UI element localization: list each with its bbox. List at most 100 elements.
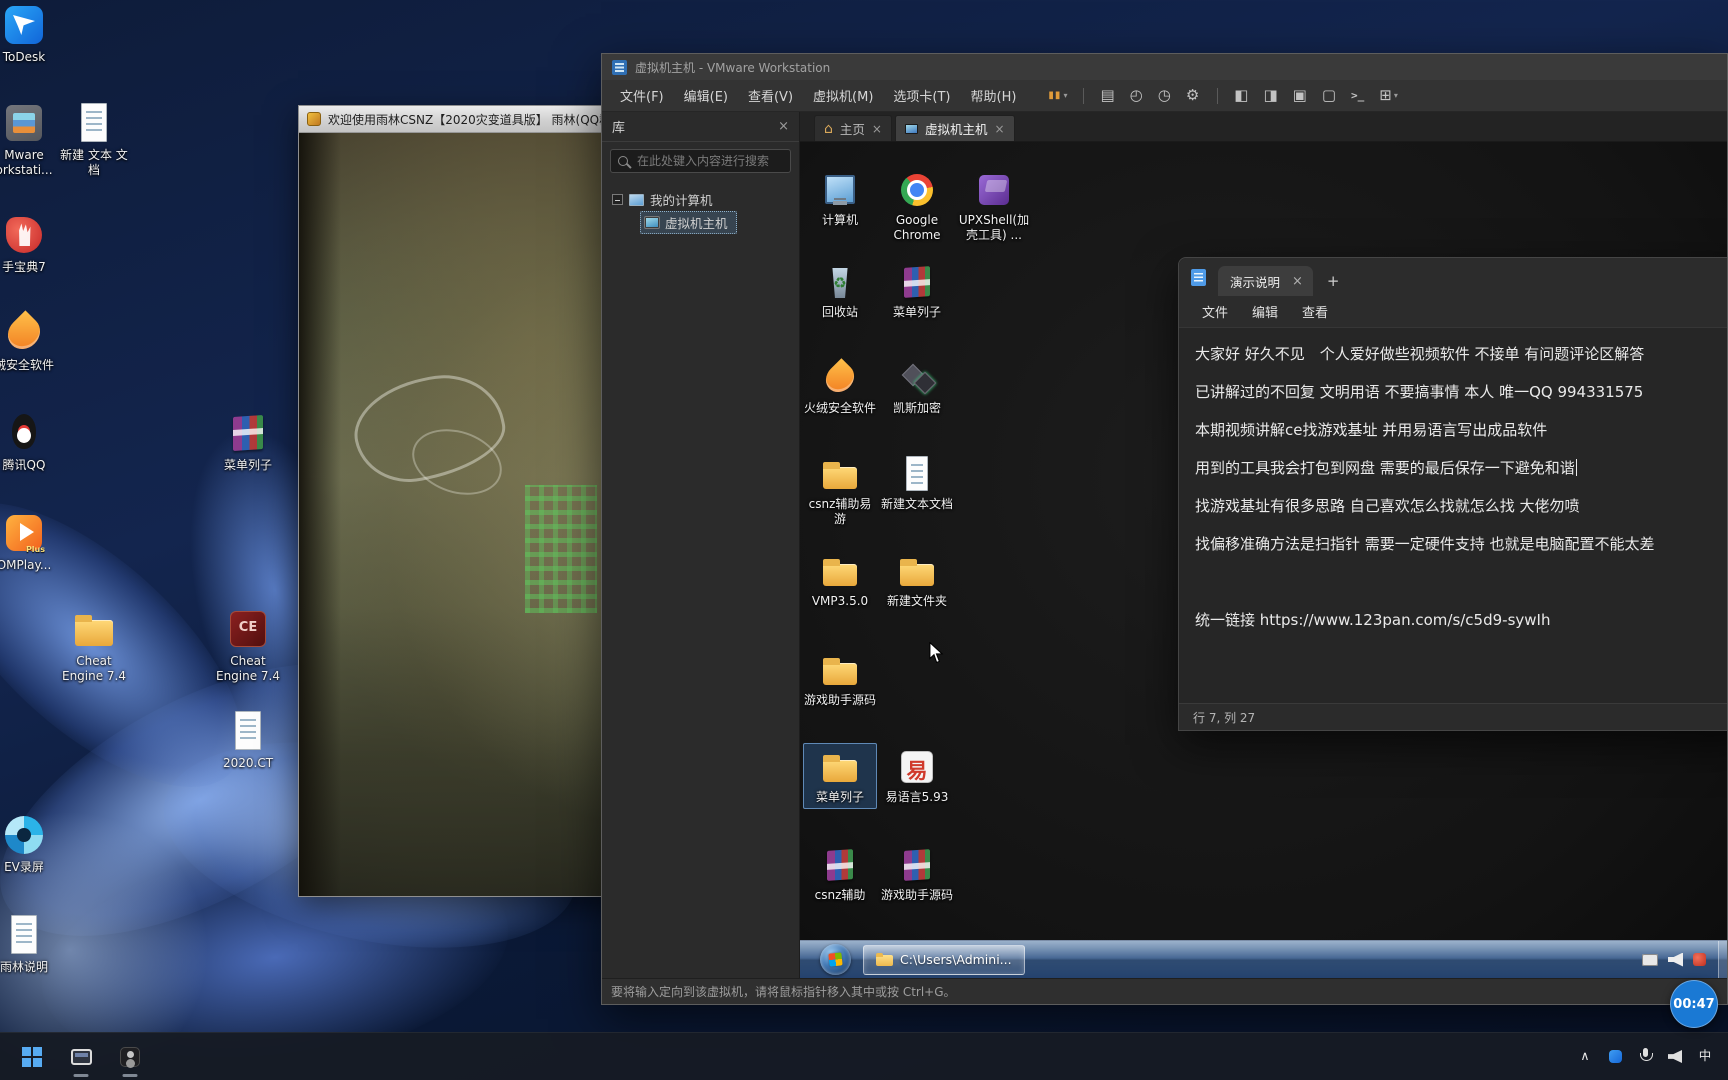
show-desktop-button[interactable] (1718, 941, 1727, 978)
desktop-icon[interactable]: ToDesk (0, 2, 62, 65)
manage-snapshots-button[interactable]: ⚙ (1186, 88, 1201, 103)
show-thumbnails-button[interactable]: ◨ (1263, 88, 1279, 103)
tab-close-icon[interactable]: × (994, 122, 1004, 136)
taskbar-app-game[interactable] (108, 1035, 152, 1079)
notepad-menu-item[interactable]: 查看 (1291, 298, 1339, 325)
desktop-icon-image (1, 812, 47, 858)
guest-desktop-icon[interactable]: 新建文本文档 (880, 450, 954, 516)
guest-icon-image (896, 169, 938, 211)
terminal-button[interactable]: >_ (1351, 90, 1366, 101)
mic-tray-icon[interactable] (1632, 1037, 1658, 1077)
start-button[interactable] (10, 1035, 54, 1079)
search-input[interactable] (635, 153, 790, 169)
guest-desktop-icon[interactable]: 菜单列子 (880, 258, 954, 324)
notepad-line: 统一链接 https://www.123pan.com/s/c5d9-sywIh (1195, 611, 1551, 629)
guest-icon-image (896, 844, 938, 886)
desktop-icon[interactable]: Mware orkstati... (0, 100, 62, 178)
desktop-icon[interactable]: 2020.CT (210, 708, 286, 771)
notepad-titlebar[interactable]: 演示说明 × + (1179, 258, 1727, 296)
send-keys-button[interactable]: ▤ (1100, 88, 1116, 103)
guest-icon-image (896, 261, 938, 303)
desktop-icon[interactable]: Cheat Engine 7.4 (56, 606, 132, 684)
console-view-button[interactable]: ▣ (1293, 88, 1309, 103)
guest-desktop-icon[interactable]: 游戏助手源码 (803, 646, 877, 712)
guest-desktop-icon[interactable]: 菜单列子 (803, 743, 877, 809)
desktop-icon[interactable]: Plus OMPlay... (0, 510, 62, 573)
guest-desktop-icon[interactable]: csnz辅助 (803, 841, 877, 907)
notepad-menu-item[interactable]: 文件 (1191, 298, 1239, 325)
tree-item-vm-host[interactable]: 虚拟机主机 (640, 211, 737, 234)
desktop-icon-image (225, 606, 271, 652)
guest-desktop-icon[interactable]: Google Chrome (880, 166, 954, 247)
separator[interactable] (1217, 87, 1219, 104)
vm-screen[interactable]: 计算机 Google Chrome UPXShell(加壳工具) ... ♻ 回… (800, 142, 1727, 978)
vmware-titlebar[interactable]: 虚拟机主机 - VMware Workstation (602, 54, 1727, 80)
separator[interactable] (1083, 87, 1085, 104)
guest-keyboard-tray-icon[interactable] (1642, 953, 1658, 966)
pause-button[interactable]: ▮▮ ▾ (1048, 90, 1067, 101)
folder-icon (876, 953, 893, 966)
guest-desktop-icon[interactable]: VMP3.5.0 (803, 547, 877, 613)
close-icon[interactable]: × (778, 119, 789, 134)
menu-item[interactable]: 文件(F) (610, 81, 674, 110)
guest-icon-label: 菜单列子 (892, 305, 941, 319)
guest-desktop-icon[interactable]: UPXShell(加壳工具) ... (957, 166, 1031, 247)
menu-item[interactable]: 查看(V) (738, 81, 803, 110)
library-search[interactable] (610, 149, 791, 173)
menu-item[interactable]: 编辑(E) (674, 81, 738, 110)
hidden-icons-button[interactable]: ∧ (1572, 1037, 1598, 1077)
guest-icon-label: 菜单列子 (815, 790, 864, 804)
desktop-icon[interactable]: 手宝典7 (0, 212, 62, 275)
revert-snapshot-button[interactable]: ◷ (1158, 88, 1173, 103)
desktop-icon[interactable]: 新建 文本 文档 (56, 100, 132, 178)
new-tab-button[interactable]: + (1327, 272, 1340, 290)
guest-desktop-icon[interactable]: csnz辅助易游 (803, 450, 877, 531)
taskbar-app-window[interactable] (59, 1035, 103, 1079)
tab-close-icon[interactable]: × (1292, 274, 1303, 289)
guest-desktop-icon[interactable]: 火绒安全软件 (803, 354, 877, 420)
guest-volume-icon[interactable] (1668, 952, 1683, 967)
tab-close-icon[interactable]: × (872, 122, 882, 136)
desktop-icon[interactable]: 腾讯QQ (0, 410, 62, 473)
todesk-tray-icon[interactable] (1602, 1037, 1628, 1077)
guest-icon-label: 游戏助手源码 (881, 888, 954, 902)
desktop-icon[interactable]: EV录屏 (0, 812, 62, 875)
desktop-icon[interactable]: 雨林说明 (0, 912, 62, 975)
cursor-position-label: 行 7, 列 27 (1193, 710, 1256, 725)
desktop-icon[interactable]: 菜单列子 (210, 410, 286, 473)
explorer-taskbar-button[interactable]: C:\Users\Admini... (863, 944, 1025, 975)
ime-indicator[interactable]: 中 (1692, 1037, 1718, 1077)
menu-item[interactable]: 虚拟机(M) (803, 81, 883, 110)
guest-desktop-icon[interactable]: 游戏助手源码 (880, 841, 954, 907)
guest-icon-image (896, 550, 938, 592)
menu-item[interactable]: 帮助(H) (961, 81, 1027, 110)
vm-tab[interactable]: 主页 × (814, 115, 892, 141)
notepad-tab[interactable]: 演示说明 × (1218, 266, 1313, 296)
guest-desktop-icon[interactable]: 新建文件夹 (880, 547, 954, 613)
desktop-icon[interactable]: 绒安全软件 (0, 310, 62, 373)
guest-start-button[interactable] (820, 944, 851, 975)
recording-timer[interactable]: 00:47 (1670, 980, 1718, 1028)
take-snapshot-button[interactable]: ◴ (1130, 88, 1145, 103)
tab-icon (824, 121, 833, 137)
notepad-text-area[interactable]: 大家好 好久不见 个人爱好做些视频软件 不接单 有问题评论区解答 已讲解过的不回复… (1179, 328, 1727, 703)
fullscreen-button[interactable]: ⊞ ▾ (1379, 88, 1398, 103)
guest-icon-image (896, 746, 938, 788)
library-tree: 我的计算机 虚拟机主机 (602, 180, 799, 242)
tree-item-my-computer[interactable]: 我的计算机 (608, 188, 793, 211)
unity-button[interactable]: ▢ (1322, 88, 1338, 103)
desktop-icon[interactable]: Cheat Engine 7.4 (210, 606, 286, 684)
menu-item[interactable]: 选项卡(T) (883, 81, 960, 110)
volume-tray-icon[interactable] (1662, 1037, 1688, 1077)
guest-desktop-icon[interactable]: 回收站 (803, 258, 877, 324)
vm-tab[interactable]: 虚拟机主机 × (894, 115, 1015, 141)
guest-desktop-icon[interactable]: 凯斯加密 (880, 354, 954, 420)
guest-desktop-icon[interactable]: 易语言5.93 (880, 743, 954, 809)
guest-desktop-icon[interactable]: 计算机 (803, 166, 877, 232)
notepad-menu-item[interactable]: 编辑 (1241, 298, 1289, 325)
toolbar-icon: ▤ (1100, 86, 1115, 104)
guest-tray-app-icon[interactable] (1693, 953, 1706, 966)
desktop-icon-image (1, 212, 47, 258)
show-library-button[interactable]: ◧ (1234, 88, 1250, 103)
collapse-icon[interactable] (612, 194, 623, 205)
